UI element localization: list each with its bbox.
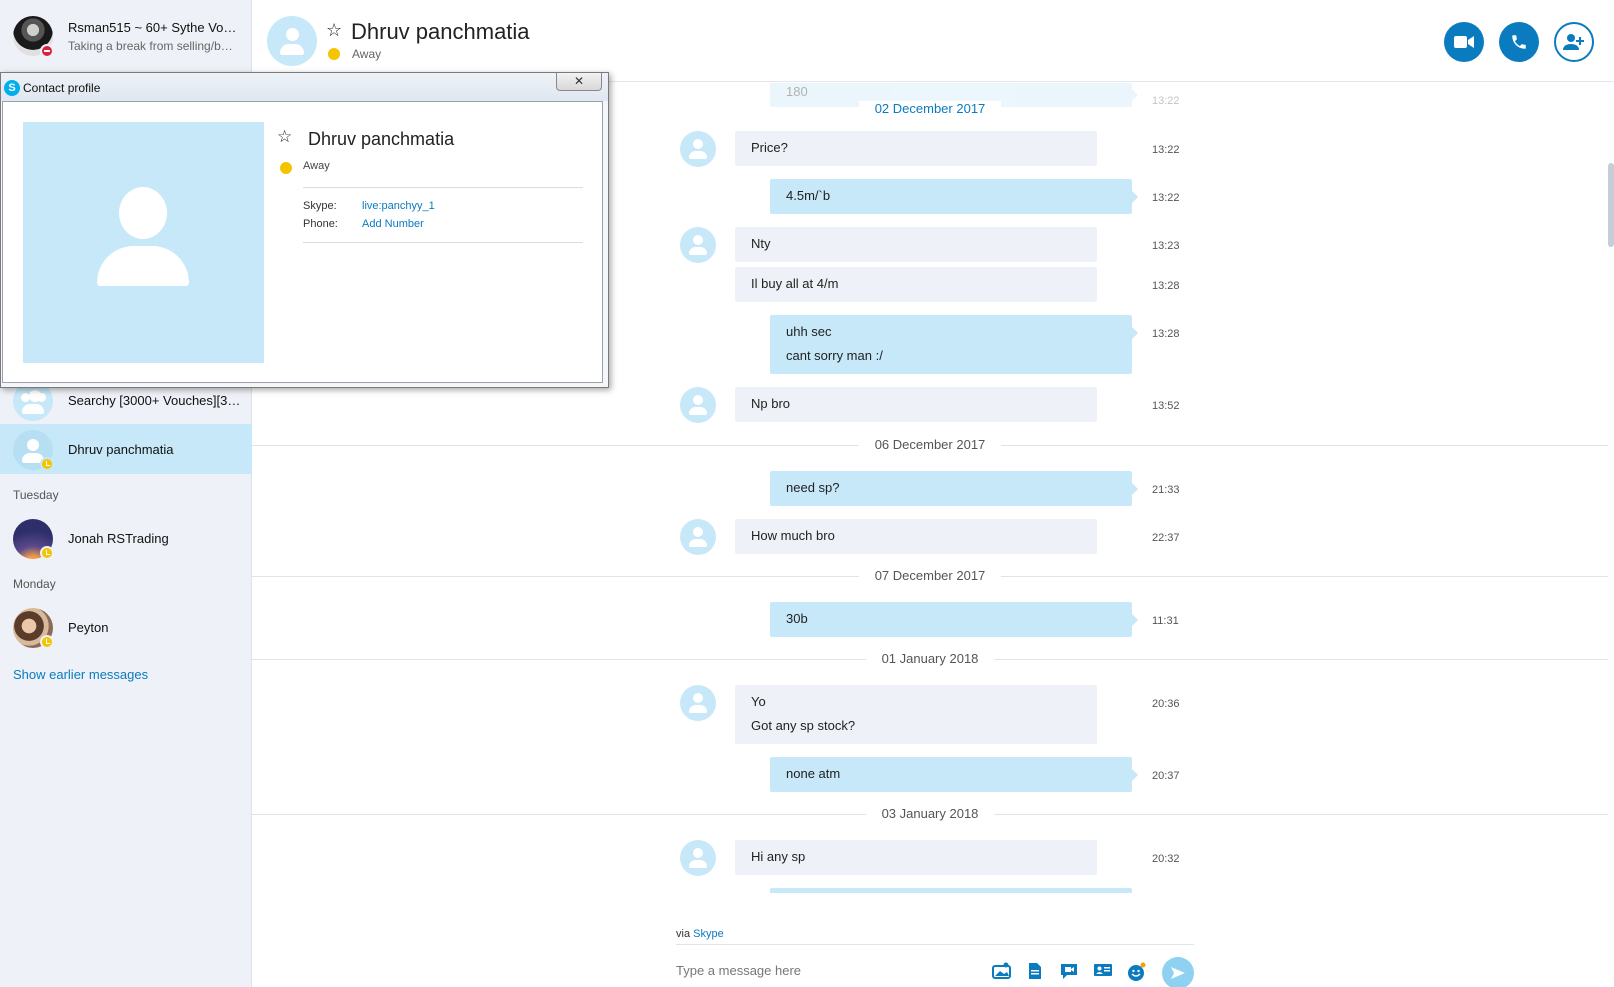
chat-header: ☆ Dhruv panchmatia Away (252, 0, 1614, 82)
media-icon (992, 962, 1011, 979)
message-input[interactable] (676, 958, 986, 982)
message-bubble-outgoing[interactable]: none atm (770, 757, 1138, 792)
video-message-button[interactable] (1059, 962, 1081, 982)
send-button[interactable] (1162, 957, 1194, 987)
divider (303, 242, 583, 243)
send-media-button[interactable] (992, 962, 1014, 982)
message-bubble-outgoing[interactable]: need sp? (770, 471, 1138, 506)
message-bubble-incoming[interactable]: Np bro (735, 387, 1097, 422)
message-time: 13:28 (1152, 280, 1180, 292)
message-time: 20:36 (1152, 698, 1180, 710)
message-time: 13:52 (1152, 400, 1180, 412)
profile-name: Dhruv panchmatia (308, 129, 455, 149)
conversation-item-peyton[interactable]: Peyton (0, 602, 252, 652)
date-divider: 03 January 2018 (252, 806, 1608, 821)
add-people-button[interactable] (1554, 22, 1594, 62)
skype-id-link[interactable]: live:panchyy_1 (362, 200, 435, 212)
add-person-icon (1563, 34, 1584, 50)
phone-label: Phone: (303, 218, 338, 230)
send-file-button[interactable] (1027, 962, 1049, 982)
window-title: Contact profile (23, 81, 101, 95)
message-bubble-incoming[interactable]: Nty (735, 227, 1097, 262)
conversation-name: Peyton (68, 620, 109, 635)
my-mood-message: Taking a break from selling/buying (68, 39, 238, 53)
via-label: via Skype (676, 928, 724, 940)
file-icon (1029, 963, 1041, 979)
conversation-item-jonah[interactable]: Jonah RSTrading (0, 513, 252, 563)
away-status-icon (40, 546, 54, 560)
video-message-icon (1061, 964, 1077, 979)
add-number-link[interactable]: Add Number (362, 218, 424, 230)
send-icon (1171, 967, 1185, 979)
contact-card-icon (1094, 964, 1112, 976)
contact-status: Away (352, 47, 382, 61)
contact-avatar-icon[interactable] (680, 387, 716, 423)
contact-avatar-icon[interactable] (680, 519, 716, 555)
conversation-item-dhruv[interactable]: Dhruv panchmatia (0, 424, 252, 474)
message-time: 13:28 (1152, 328, 1180, 340)
day-label-tuesday: Tuesday (13, 488, 59, 502)
skype-window: Rsman515 ~ 60+ Sythe Vouches Taking a br… (0, 0, 1614, 987)
video-call-button[interactable] (1444, 22, 1484, 62)
via-skype-link[interactable]: Skype (693, 928, 724, 940)
date-divider: 06 December 2017 (252, 437, 1608, 452)
send-contact-button[interactable] (1093, 962, 1115, 982)
profile-status: Away (303, 160, 330, 172)
window-titlebar[interactable]: S Contact profile ✕ (1, 73, 608, 101)
message-time: 13:22 (1152, 192, 1180, 204)
message-bubble-outgoing[interactable]: 30b (770, 602, 1138, 637)
away-status-icon (280, 162, 292, 174)
emoticons-button[interactable] (1126, 962, 1148, 982)
message-time: 11:31 (1152, 615, 1179, 627)
contact-avatar-icon[interactable] (680, 131, 716, 167)
favorite-star-icon[interactable]: ☆ (326, 20, 342, 41)
message-bubble-partial (770, 888, 1132, 893)
message-bubble-outgoing[interactable]: uhh sec cant sorry man :/ (770, 315, 1138, 374)
skype-label: Skype: (303, 200, 337, 212)
message-time: 13:22 (1152, 144, 1180, 156)
contact-avatar-icon[interactable] (680, 685, 716, 721)
contact-name[interactable]: Dhruv panchmatia (351, 19, 530, 45)
message-bubble-incoming[interactable]: Il buy all at 4/m (735, 267, 1097, 302)
show-earlier-messages-link[interactable]: Show earlier messages (13, 667, 148, 682)
contact-avatar-icon[interactable] (680, 227, 716, 263)
conversation-name: Searchy [3000+ Vouches][3000+ members] (68, 393, 243, 408)
audio-call-icon (1512, 35, 1526, 49)
message-bubble-incoming[interactable]: Yo Got any sp stock? (735, 685, 1097, 744)
chat-scrollbar[interactable] (1608, 163, 1614, 247)
away-status-icon (328, 48, 340, 60)
message-time: 21:33 (1152, 484, 1180, 496)
message-bubble-incoming[interactable]: How much bro (735, 519, 1097, 554)
composer-divider (676, 944, 1194, 945)
message-time: 20:32 (1152, 853, 1180, 865)
message-bubble-incoming[interactable]: Price? (735, 131, 1097, 166)
away-status-icon (40, 635, 54, 649)
message-time: 13:23 (1152, 240, 1180, 252)
my-name: Rsman515 ~ 60+ Sythe Vouches (68, 20, 238, 35)
message-time: 20:37 (1152, 770, 1180, 782)
my-profile[interactable]: Rsman515 ~ 60+ Sythe Vouches Taking a br… (0, 0, 252, 74)
contact-avatar-icon[interactable] (267, 16, 317, 66)
message-bubble-outgoing[interactable]: 4.5m/`b (770, 179, 1138, 214)
divider (303, 187, 583, 188)
day-label-monday: Monday (13, 577, 56, 591)
date-divider: 01 January 2018 (252, 651, 1608, 666)
profile-content: ☆ Dhruv panchmatia Away Skype: live:panc… (2, 101, 603, 383)
video-call-icon (1454, 36, 1474, 48)
contact-profile-window[interactable]: S Contact profile ✕ ☆ Dhruv panchmatia A… (0, 72, 609, 388)
profile-picture (23, 122, 264, 363)
date-divider: 07 December 2017 (252, 568, 1608, 583)
message-time: 22:37 (1152, 532, 1180, 544)
audio-call-button[interactable] (1499, 22, 1539, 62)
contact-avatar-icon[interactable] (680, 840, 716, 876)
favorite-star-icon[interactable]: ☆ (277, 127, 292, 147)
message-bubble-incoming[interactable]: Hi any sp (735, 840, 1097, 875)
do-not-disturb-icon (40, 44, 54, 58)
away-status-icon (40, 457, 54, 471)
emoticon-icon (1128, 962, 1146, 981)
close-button[interactable]: ✕ (556, 73, 602, 91)
skype-logo-icon: S (4, 80, 20, 96)
conversation-name: Jonah RSTrading (68, 531, 169, 546)
conversation-name: Dhruv panchmatia (68, 442, 174, 457)
